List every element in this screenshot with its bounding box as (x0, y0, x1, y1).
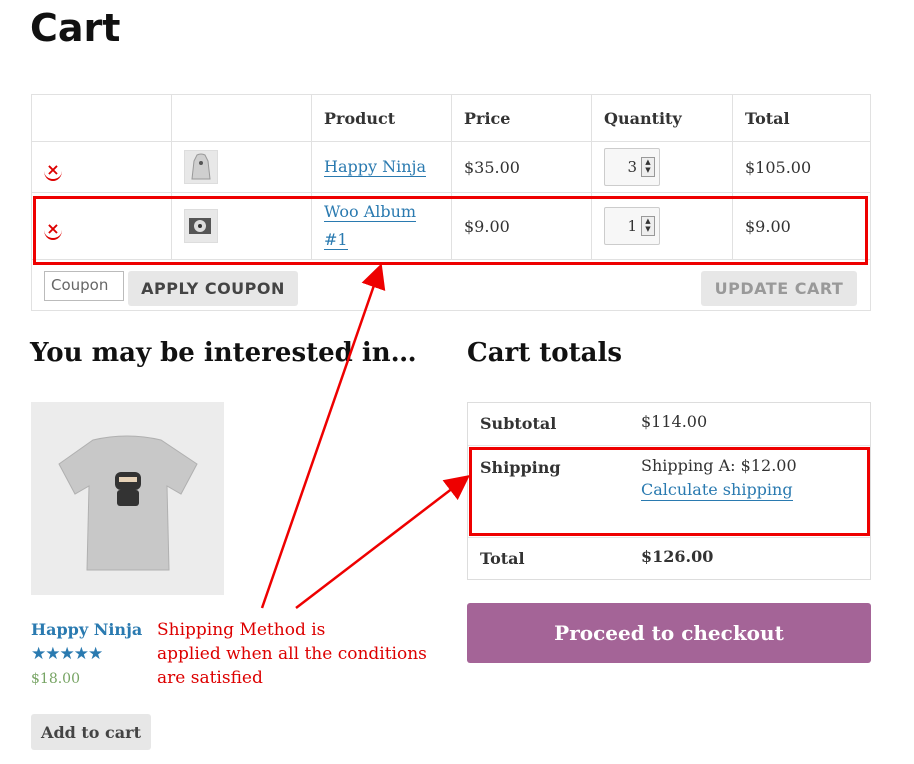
annotation-arrows (260, 263, 470, 609)
arrow-to-shipping (295, 474, 470, 609)
